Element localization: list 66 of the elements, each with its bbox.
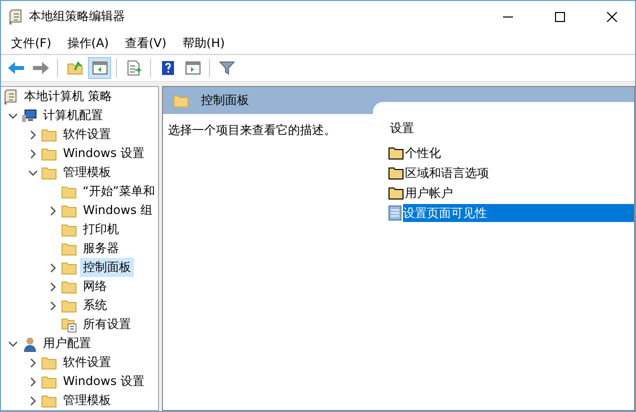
tree-item[interactable]: 软件设置	[60, 353, 114, 372]
menu-item[interactable]: 操作(A)	[59, 32, 117, 54]
tree-item[interactable]: “开始”菜单和	[80, 182, 158, 201]
tree-item[interactable]: Windows 组	[80, 201, 156, 220]
folder-icon	[60, 184, 77, 198]
scroll-icon	[4, 88, 18, 104]
folder-up-icon[interactable]	[66, 61, 82, 75]
folder-icon	[61, 298, 77, 312]
chevron-down-icon[interactable]	[8, 110, 18, 120]
menu-item[interactable]: 文件(F)	[3, 32, 60, 54]
tree-item[interactable]: 用户配置	[40, 334, 94, 353]
folder-icon	[41, 128, 57, 142]
settings-list-icon	[61, 316, 77, 332]
folder-icon	[61, 260, 77, 274]
column-header[interactable]: 设置	[373, 120, 634, 143]
folder-icon	[388, 146, 404, 160]
tree-item[interactable]: Windows 设置	[60, 144, 148, 163]
chevron-right-icon[interactable]	[48, 206, 58, 216]
folder-icon	[41, 166, 57, 180]
folder-icon	[388, 166, 404, 180]
help-icon[interactable]	[160, 60, 174, 76]
tree-item[interactable]: 管理模板	[60, 163, 114, 182]
tree-item[interactable]: 控制面板	[80, 258, 134, 277]
folder-icon	[173, 94, 189, 108]
close-icon	[607, 12, 617, 22]
menu-item[interactable]: 帮助(H)	[174, 32, 233, 54]
tree-item[interactable]: 所有设置	[80, 315, 134, 334]
menu-item[interactable]: 查看(V)	[116, 32, 174, 54]
filter-icon[interactable]	[218, 60, 234, 76]
window-title: 本地组策略编辑器	[29, 8, 126, 25]
description-text: 选择一个项目来查看它的描述。	[167, 122, 337, 139]
export-list-icon[interactable]	[126, 60, 142, 76]
chevron-down-icon[interactable]	[28, 168, 38, 178]
computer-icon	[21, 108, 37, 122]
folder-icon	[41, 394, 57, 408]
setting-item[interactable]: 区域和语言选项	[405, 164, 634, 182]
chevron-down-icon[interactable]	[8, 338, 18, 348]
folder-icon	[61, 280, 77, 294]
setting-item[interactable]: 设置页面可见性	[403, 204, 634, 222]
setting-item[interactable]: 用户帐户	[405, 184, 634, 202]
maximize-icon	[555, 12, 565, 22]
tree-item[interactable]: 网络	[80, 277, 110, 296]
tree-item[interactable]: 软件设置	[60, 125, 114, 144]
folder-icon	[41, 146, 57, 160]
setting-item[interactable]: 个性化	[405, 144, 634, 162]
forward-arrow-icon[interactable]	[32, 61, 50, 75]
tree-item[interactable]: 本地计算机 策略	[21, 87, 115, 106]
user-icon	[21, 336, 37, 352]
tree-item[interactable]: Windows 设置	[60, 372, 148, 391]
folder-icon	[61, 222, 77, 236]
setting-icon	[388, 205, 402, 221]
pane-icon[interactable]	[184, 61, 200, 75]
folder-icon	[61, 204, 77, 218]
tree-item[interactable]: 打印机	[80, 220, 122, 239]
tree-item[interactable]: 计算机配置	[40, 106, 106, 125]
tree-item[interactable]: 管理模板	[60, 391, 114, 410]
folder-icon	[388, 186, 404, 200]
pane-icon[interactable]	[92, 61, 108, 75]
folder-icon	[41, 356, 57, 370]
tree-item[interactable]: 系统	[80, 296, 110, 315]
scroll-icon	[9, 8, 23, 24]
back-arrow-icon[interactable]	[6, 61, 24, 75]
tree-item[interactable]: 服务器	[80, 239, 122, 258]
header-title: 控制面板	[201, 92, 249, 109]
folder-icon	[61, 242, 77, 256]
folder-icon	[41, 374, 57, 388]
